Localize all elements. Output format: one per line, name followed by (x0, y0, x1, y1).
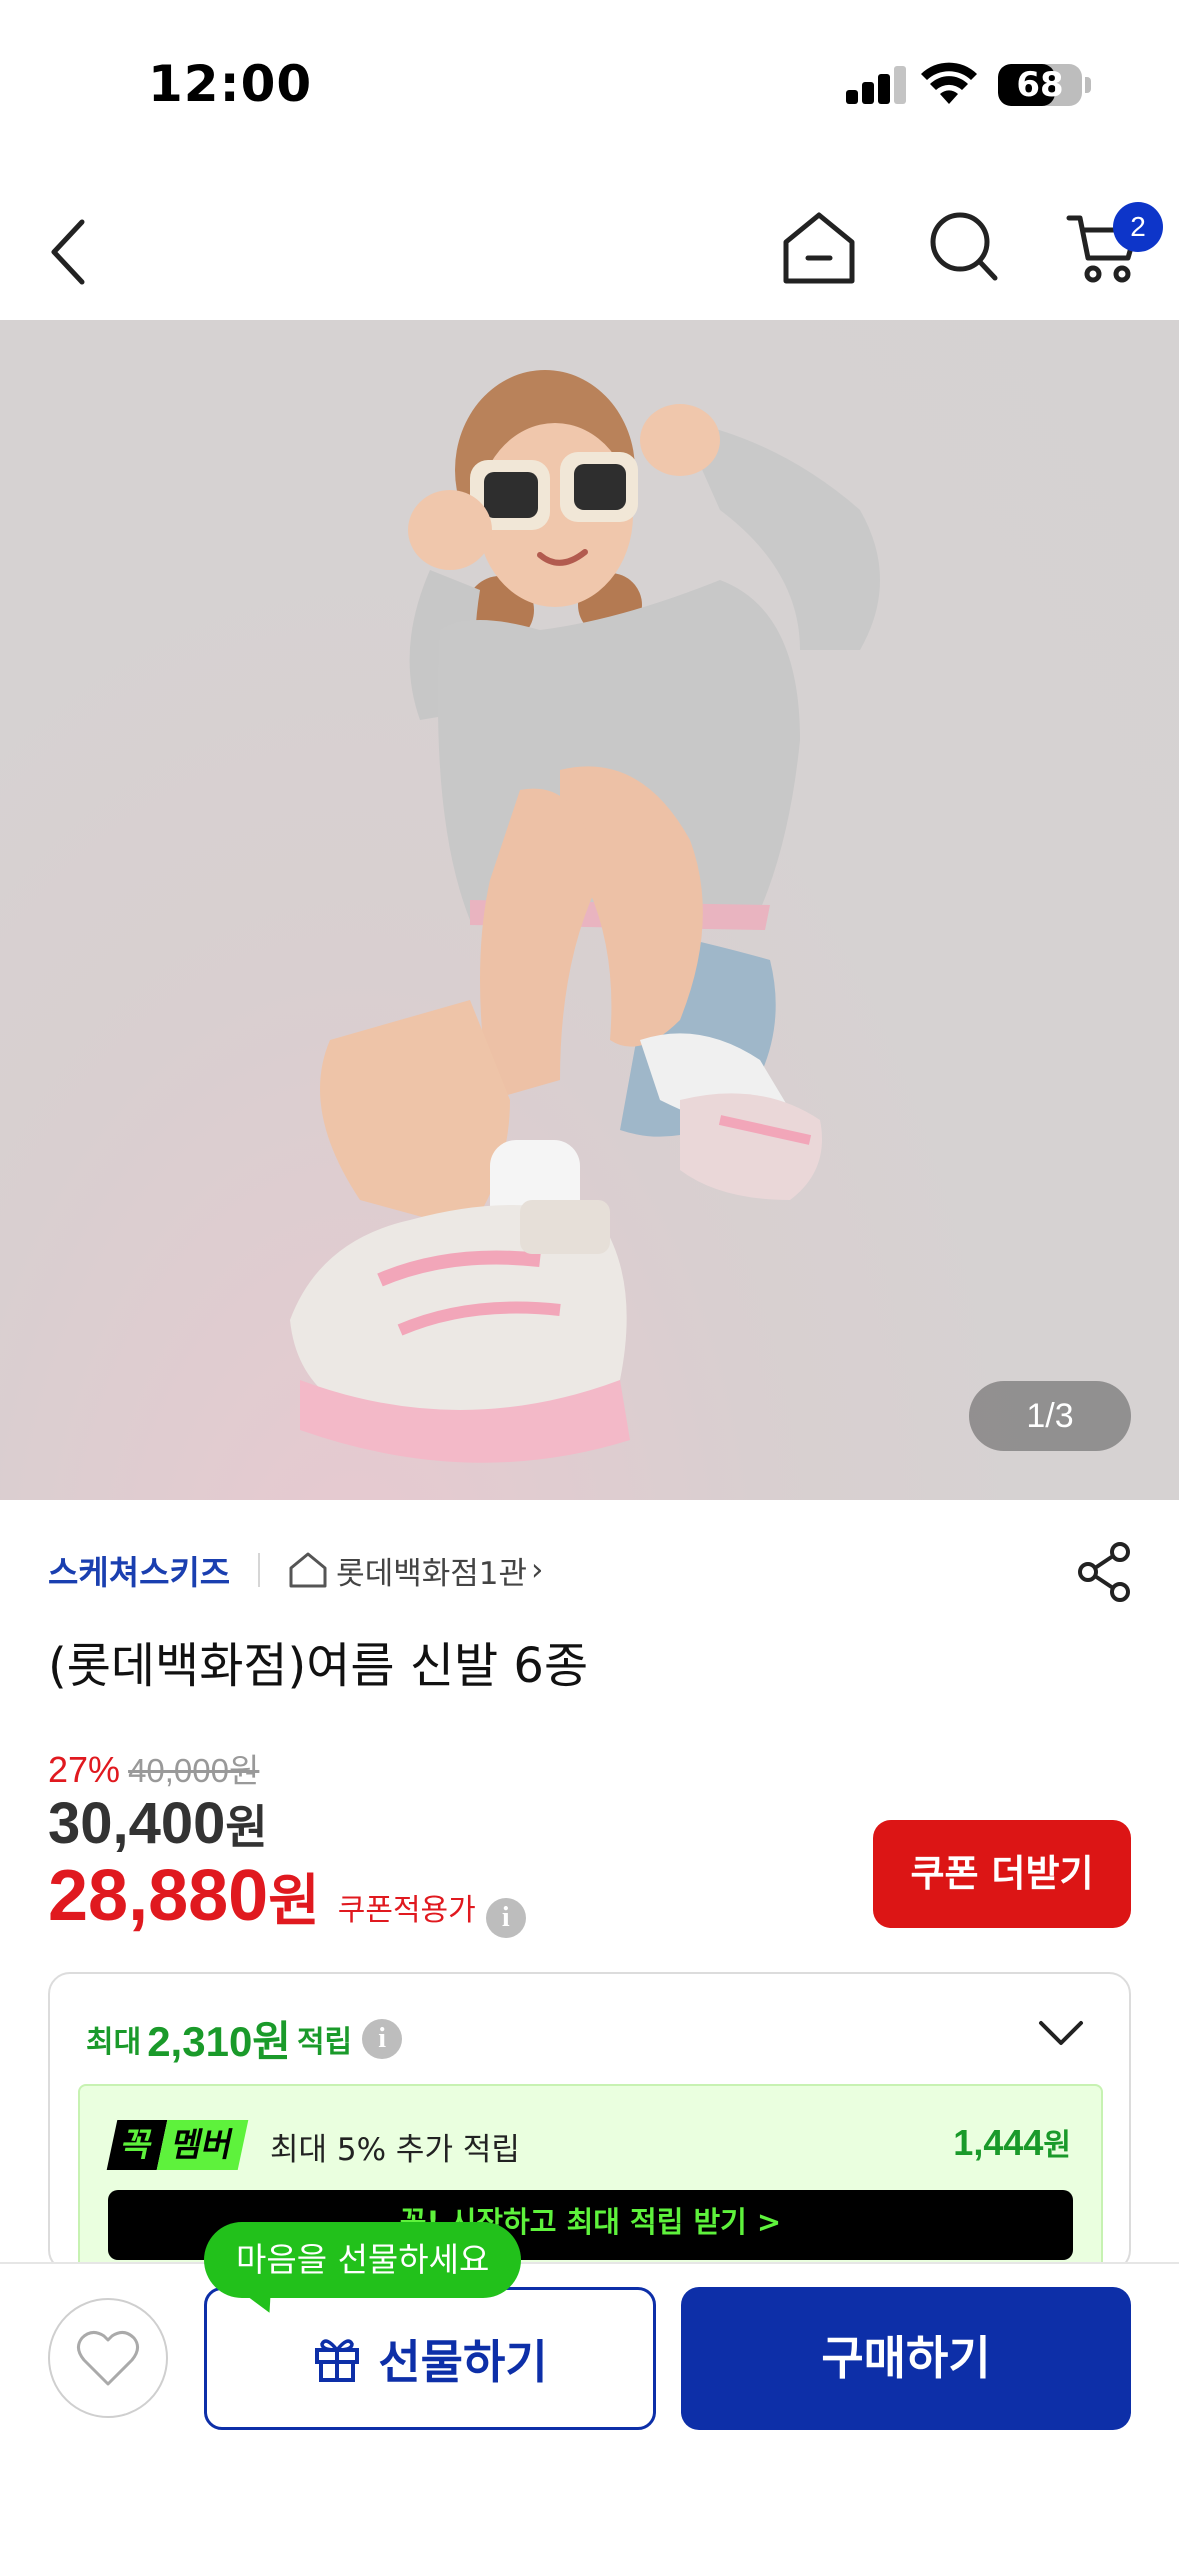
member-amount-unit: 원 (1043, 2129, 1071, 2162)
buy-button[interactable]: 구매하기 (681, 2287, 1131, 2430)
status-time: 12:00 (148, 55, 313, 113)
coupon-price-label: 쿠폰적용가 (337, 1893, 476, 1928)
home-icon[interactable] (780, 210, 858, 286)
image-counter: 1/3 (969, 1381, 1131, 1451)
wishlist-button[interactable] (48, 2298, 168, 2418)
points-summary: 최대 2,310원 적립 i (86, 2008, 403, 2069)
gift-icon (315, 2338, 360, 2382)
product-photo (290, 370, 880, 1463)
brand-link[interactable]: 스케쳐스키즈 (48, 1546, 230, 1594)
member-badge-m: 멤버 (157, 2120, 249, 2170)
coupon-price-unit: 원 (268, 1869, 320, 1932)
sale-price-unit: 원 (225, 1801, 268, 1853)
points-info-icon[interactable]: i (362, 2018, 403, 2059)
member-badge: 꼭 멤버 (106, 2120, 249, 2170)
share-icon[interactable] (1076, 1542, 1132, 1602)
nav-bar (0, 170, 1179, 320)
member-amount-value: 1,444 (953, 2122, 1044, 2163)
discount-row: 27% 40,000원 (48, 1744, 259, 1792)
search-icon[interactable] (928, 210, 1000, 286)
product-image[interactable] (0, 320, 1179, 1500)
coupon-price-row: 28,880원 쿠폰적용가 i (48, 1855, 526, 1938)
battery-icon: 68 (998, 64, 1082, 106)
cart-count-badge: 2 (1113, 202, 1163, 252)
product-title: (롯데백화점)여름 신발 6종 (48, 1638, 589, 1694)
store-link[interactable]: 롯데백화점1관 › (288, 1548, 543, 1593)
battery-tip (1085, 77, 1091, 93)
brand-row: 스케쳐스키즈 롯데백화점1관 › (48, 1545, 543, 1595)
divider (258, 1553, 261, 1587)
sale-price: 30,400원 (48, 1790, 268, 1857)
signal-icon (846, 64, 906, 104)
sale-price-value: 30,400 (48, 1791, 226, 1856)
original-price: 40,000원 (128, 1752, 260, 1789)
info-icon[interactable]: i (485, 1898, 526, 1938)
member-benefit-amount: 1,444원 (953, 2120, 1071, 2164)
coupon-more-button[interactable]: 쿠폰 더받기 (873, 1820, 1131, 1928)
coupon-price-value: 28,880 (48, 1856, 269, 1936)
store-home-icon (289, 1552, 327, 1588)
points-panel: 최대 2,310원 적립 i 꼭 멤버 최대 5% 추가 적립 1,444원 꼭… (48, 1972, 1131, 2284)
wifi-icon (921, 62, 977, 104)
points-amount: 2,310원 (147, 2018, 291, 2065)
gift-button-label: 선물하기 (378, 2334, 548, 2389)
member-benefit-text: 최대 5% 추가 적립 (270, 2132, 520, 2168)
coupon-price: 28,880원 (48, 1855, 320, 1937)
chevron-down-icon[interactable] (1038, 2018, 1084, 2048)
gift-tooltip: 마음을 선물하세요 (204, 2222, 522, 2298)
discount-rate: 27% (48, 1749, 121, 1790)
points-suffix: 적립 (296, 2024, 353, 2060)
status-bar: 12:00 68 (0, 0, 1179, 170)
points-prefix: 최대 (86, 2024, 142, 2060)
heart-icon (77, 2331, 139, 2386)
back-icon[interactable] (48, 218, 88, 286)
store-name: 롯데백화점1관 (336, 1555, 528, 1592)
battery-level: 68 (1016, 65, 1064, 105)
store-chevron-icon: › (531, 1552, 544, 1588)
